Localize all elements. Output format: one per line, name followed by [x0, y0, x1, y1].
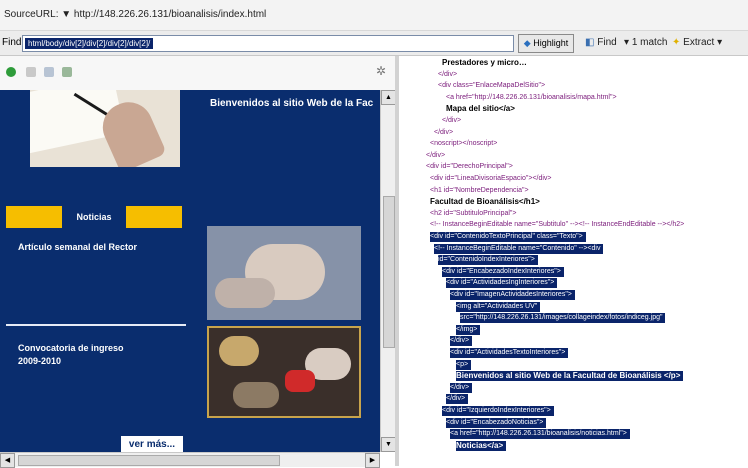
pane-splitter[interactable]	[395, 56, 399, 466]
refresh-icon[interactable]	[6, 67, 16, 77]
source-line[interactable]: id="ContenidoIndexInteriores">	[438, 255, 538, 266]
source-line[interactable]: <div id="ActividadesIngInteriores">	[446, 278, 558, 289]
source-line[interactable]: </div>	[446, 394, 469, 405]
section-divider	[6, 324, 186, 326]
source-line[interactable]: </div>	[450, 336, 473, 347]
source-line[interactable]: <p>	[456, 359, 472, 370]
source-line[interactable]: <div id="DerechoPrincipal">	[426, 162, 513, 172]
source-line[interactable]: <div id="EncabezadoNoticias">	[446, 417, 547, 428]
article-link[interactable]: Artículo semanal del Rector	[18, 242, 137, 252]
header-photo-writing	[30, 90, 180, 167]
source-line[interactable]: <div id="IzquierdoIndexInteriores">	[442, 406, 554, 416]
source-line[interactable]: <a href="http://148.226.26.131/bioanalis…	[450, 429, 630, 440]
horizontal-scrollbar[interactable]: ◀ ▶	[0, 452, 380, 468]
source-line[interactable]: </div>	[450, 382, 473, 393]
source-line[interactable]: <div id="LineaDivisoriaEspacio"></div>	[430, 174, 552, 184]
highlight-button[interactable]: ◆ Highlight	[518, 34, 574, 53]
vertical-scrollbar[interactable]: ▲ ▼	[380, 90, 396, 452]
website-content: Bienvenidos al sitio Web de la Fac Notic…	[0, 90, 380, 466]
highlight-label: Highlight	[533, 38, 569, 48]
extract-icon: ✦	[672, 37, 681, 48]
preview-toolbar: ✲	[0, 56, 395, 90]
source-url-label[interactable]: SourceURL: ▼ http://148.226.26.131/bioan…	[4, 9, 266, 20]
news-bar-left	[6, 206, 62, 228]
source-line[interactable]: Mapa del sitio</a>	[446, 104, 515, 114]
source-line[interactable]: <a href="http://148.226.26.131/bioanalis…	[446, 93, 617, 103]
convocatoria-line1: Convocatoria de ingreso	[18, 343, 124, 353]
match-arrow-icon: ▾	[624, 37, 630, 48]
source-line[interactable]: </div>	[434, 128, 453, 138]
see-more-link[interactable]: ver más...	[121, 436, 183, 453]
source-line[interactable]: <div class="EnlaceMapaDelSitio">	[438, 81, 545, 91]
welcome-heading: Bienvenidos al sitio Web de la Fac	[210, 98, 374, 109]
source-line[interactable]: <div id="ImagenActividadesInteriores">	[450, 290, 575, 300]
source-line[interactable]: <h2 id="SubtituloPrincipal">	[430, 209, 517, 219]
edit-icon[interactable]	[62, 67, 72, 77]
convocatoria-line2: 2009-2010	[18, 356, 62, 366]
dom-icon[interactable]	[44, 67, 54, 77]
source-line[interactable]: Facultad de Bioanálisis</h1>	[430, 197, 540, 207]
stop-icon[interactable]	[26, 67, 36, 77]
highlight-icon: ◆	[523, 38, 531, 48]
source-url-bar: SourceURL: ▼ http://148.226.26.131/bioan…	[0, 0, 748, 31]
source-line[interactable]: Noticias</a>	[456, 440, 507, 451]
source-code-pane[interactable]: Prestadores y micro… </div> <div class="En…	[400, 56, 748, 466]
find-icon: ◧	[585, 37, 595, 48]
extract-label: Extract	[683, 37, 715, 48]
news-bar-right	[126, 206, 182, 228]
find-input-value: html/body/div[2]/div[2]/div[2]/div[2]/	[25, 38, 154, 49]
source-line[interactable]: <!-- InstanceBeginEditable name="Conteni…	[434, 243, 604, 254]
source-line[interactable]: <img alt="Actividades UV"	[456, 301, 541, 312]
find-toolbar: Find html/body/div[2]/div[2]/div[2]/div[…	[0, 31, 748, 56]
convocatoria-link[interactable]: Convocatoria de ingreso 2009-2010	[18, 342, 124, 368]
source-line[interactable]: <div id="EncabezadoIndexInteriores">	[442, 266, 564, 277]
source-line[interactable]: Bienvenidos al sitio Web de la Facultad …	[456, 371, 684, 382]
source-line[interactable]: </div>	[438, 70, 457, 80]
match-count-label: 1 match	[631, 37, 668, 48]
scroll-down-icon[interactable]: ▼	[381, 437, 396, 452]
source-line[interactable]: src="http://148.226.26.131/images/collag…	[460, 313, 666, 324]
source-line[interactable]: <noscript></noscript>	[430, 139, 497, 149]
source-line[interactable]: <h1 id="NombreDependencia">	[430, 186, 529, 196]
source-line[interactable]: </img>	[456, 324, 481, 335]
find-button-label: Find	[597, 37, 617, 48]
news-heading[interactable]: Noticias	[62, 206, 126, 228]
source-line[interactable]: <!-- InstanceBeginEditable name="Subtitu…	[430, 220, 684, 230]
extract-dropdown-icon: ▾	[717, 37, 723, 48]
extract-button[interactable]: ✦ Extract ▾	[672, 37, 722, 48]
source-line[interactable]: <div id="ActividadesTextoInteriores">	[450, 348, 569, 358]
settings-icon[interactable]: ✲	[376, 65, 388, 77]
page-preview-pane: ✲ Bienvenidos al sitio Web de la Fac Not…	[0, 56, 396, 468]
students-photo	[207, 326, 361, 418]
find-label: Find	[2, 37, 22, 48]
source-line[interactable]: </div>	[426, 151, 445, 161]
match-count: ▾ 1 match	[624, 37, 667, 48]
find-button[interactable]: ◧ Find	[585, 37, 617, 48]
lab-photo	[207, 226, 361, 320]
scrollbar-thumb[interactable]	[383, 196, 395, 348]
source-line[interactable]: <div id="ContenidoTextoPrincipal" class=…	[430, 232, 586, 242]
scroll-up-icon[interactable]: ▲	[381, 90, 396, 105]
source-line[interactable]: Prestadores y micro…	[442, 58, 527, 68]
source-line[interactable]: </div>	[442, 116, 461, 126]
find-input[interactable]: html/body/div[2]/div[2]/div[2]/div[2]/	[22, 35, 514, 52]
hscroll-thumb[interactable]	[18, 455, 280, 466]
